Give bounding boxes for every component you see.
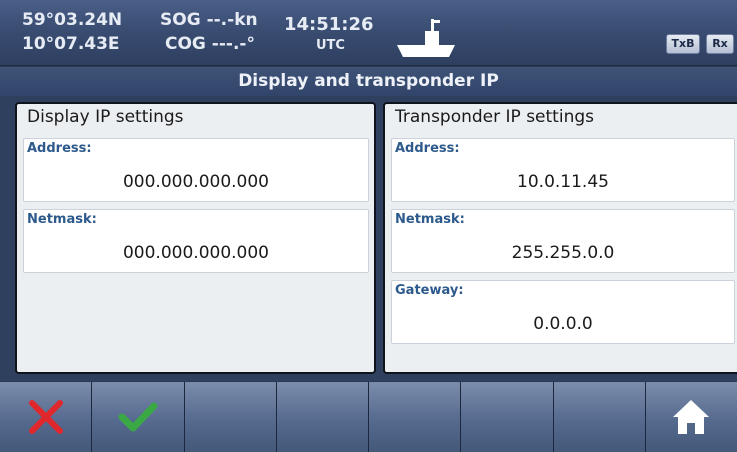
- transponder-ip-panel: Transponder IP settings Address: 10.0.11…: [383, 102, 737, 374]
- confirm-button[interactable]: [92, 382, 184, 452]
- transponder-netmask-field[interactable]: Netmask: 255.255.0.0: [391, 209, 735, 273]
- sog-readout: SOG --.-kn: [160, 10, 258, 30]
- softkey-4[interactable]: [276, 382, 368, 452]
- home-icon: [673, 400, 710, 434]
- transponder-ip-heading: Transponder IP settings: [395, 107, 594, 127]
- display-address-value: 000.000.000.000: [122, 172, 269, 192]
- cancel-button[interactable]: [0, 382, 92, 452]
- transponder-netmask-label: Netmask:: [395, 212, 465, 227]
- clock-time: 14:51:26: [284, 14, 374, 35]
- longitude-readout: 10°07.43E: [22, 34, 120, 54]
- clock-timezone: UTC: [316, 38, 345, 53]
- softkey-5[interactable]: [369, 382, 461, 452]
- status-bar: 59°03.24N 10°07.43E SOG --.-kn COG ---.-…: [0, 0, 737, 66]
- transponder-netmask-value: 255.255.0.0: [511, 243, 615, 263]
- softkey-7[interactable]: [553, 382, 645, 452]
- display-ip-heading: Display IP settings: [27, 107, 184, 127]
- display-netmask-field[interactable]: Netmask: 000.000.000.000: [23, 209, 369, 273]
- softkey-6[interactable]: [461, 382, 553, 452]
- close-icon: [28, 400, 63, 434]
- transponder-address-field[interactable]: Address: 10.0.11.45: [391, 138, 735, 202]
- display-netmask-label: Netmask:: [27, 212, 97, 227]
- ship-icon: [397, 19, 455, 57]
- settings-content: Display IP settings Address: 000.000.000…: [0, 96, 737, 381]
- transponder-gateway-value: 0.0.0.0: [533, 314, 593, 334]
- transponder-address-value: 10.0.11.45: [517, 172, 609, 192]
- transponder-gateway-field[interactable]: Gateway: 0.0.0.0: [391, 280, 735, 344]
- transponder-address-label: Address:: [395, 141, 460, 156]
- display-ip-panel: Display IP settings Address: 000.000.000…: [15, 102, 376, 374]
- softkey-3[interactable]: [184, 382, 276, 452]
- display-address-field[interactable]: Address: 000.000.000.000: [23, 138, 369, 202]
- home-button[interactable]: [645, 382, 737, 452]
- rx-indicator[interactable]: Rx: [706, 34, 734, 54]
- page-title: Display and transponder IP: [0, 67, 737, 96]
- cog-readout: COG ---.-°: [165, 34, 255, 54]
- transponder-gateway-label: Gateway:: [395, 283, 464, 298]
- softkey-bar: [0, 382, 737, 452]
- txb-indicator[interactable]: TxB: [666, 34, 700, 54]
- checkmark-icon: [118, 402, 158, 432]
- latitude-readout: 59°03.24N: [22, 10, 123, 30]
- display-address-label: Address:: [27, 141, 92, 156]
- display-netmask-value: 000.000.000.000: [122, 243, 269, 263]
